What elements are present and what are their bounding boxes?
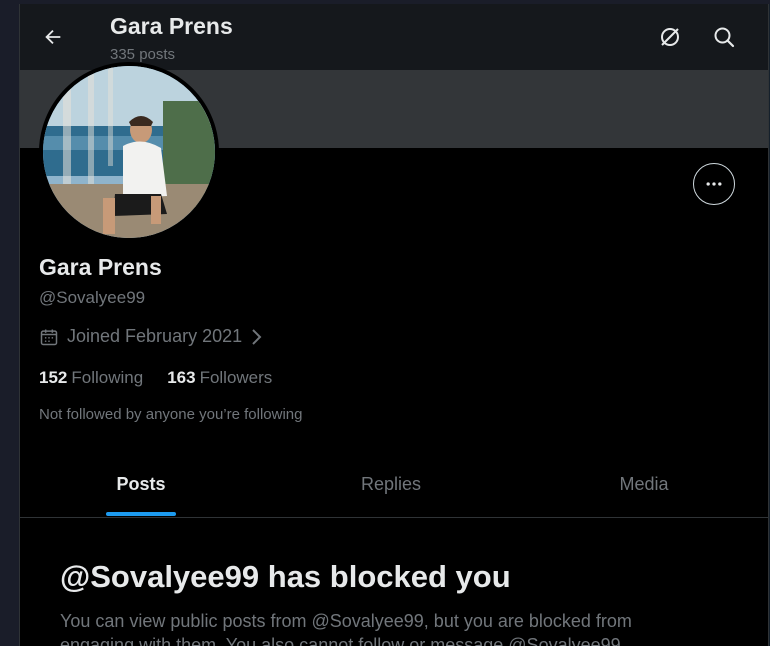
tab-media[interactable]: Media <box>520 452 768 517</box>
not-followed-text: Not followed by anyone you’re following <box>39 406 303 423</box>
left-sidebar-strip <box>0 0 19 646</box>
joined-label: Joined February 2021 <box>67 326 243 346</box>
tab-replies[interactable]: Replies <box>270 452 512 517</box>
header-title: Gara Prens <box>110 13 233 39</box>
following-label: Following <box>71 368 144 387</box>
avatar-photo <box>43 66 215 238</box>
search-icon <box>714 27 735 48</box>
following-count: 152 <box>39 368 68 387</box>
blocked-description: You can view public posts from @Sovalyee… <box>60 611 632 646</box>
blocked-title: @Sovalyee99 has blocked you <box>60 559 511 594</box>
back-button[interactable] <box>36 20 70 54</box>
profile-handle: @Sovalyee99 <box>39 288 146 307</box>
header-post-count: 335 posts <box>110 46 176 63</box>
chevron-right-icon <box>252 328 262 345</box>
tab-posts[interactable]: Posts <box>20 452 262 517</box>
profile-name: Gara Prens <box>39 254 162 280</box>
followers-label: Followers <box>199 368 273 387</box>
following-link[interactable]: 152 Following <box>39 368 143 388</box>
grok-button[interactable] <box>654 21 686 53</box>
followers-count: 163 <box>167 368 196 387</box>
more-options-button[interactable] <box>693 163 735 205</box>
grok-icon <box>661 28 679 46</box>
search-button[interactable] <box>708 21 740 53</box>
profile-tabs: Posts Replies Media <box>20 452 768 518</box>
avatar[interactable] <box>39 62 219 242</box>
joined-date[interactable]: Joined February 2021 <box>39 326 264 347</box>
profile-column: Gara Prens 335 posts Gara Prens @Sovalye… <box>19 4 769 646</box>
followers-link[interactable]: 163 Followers <box>167 368 272 388</box>
more-icon <box>706 182 722 186</box>
profile-header: Gara Prens 335 posts <box>20 4 768 70</box>
arrow-left-icon <box>45 29 61 45</box>
follow-stats: 152 Following 163 Followers <box>39 368 272 388</box>
calendar-icon <box>40 329 58 345</box>
active-tab-indicator <box>106 512 176 516</box>
